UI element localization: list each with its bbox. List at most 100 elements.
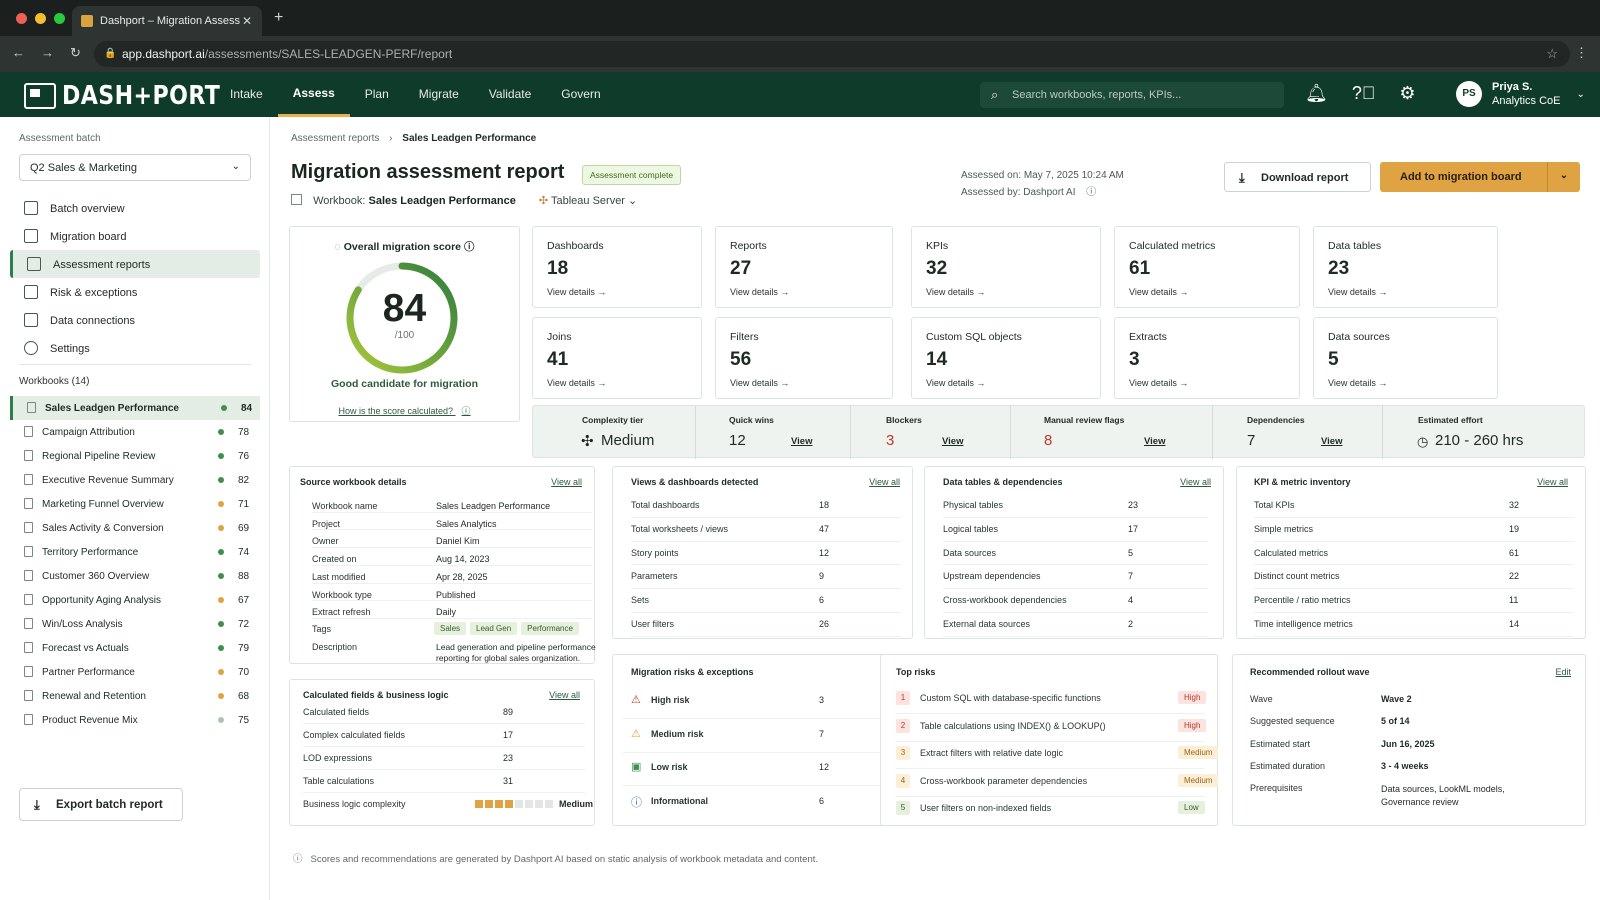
batch-select[interactable]: Q2 Sales & Marketing ⌄ xyxy=(19,154,251,181)
sidebar-workbook-item[interactable]: Territory Performance 74 xyxy=(10,540,260,564)
row-value: 89 xyxy=(503,707,514,717)
top-risk-row[interactable]: 2 Table calculations using INDEX() & LOOK… xyxy=(896,718,1207,737)
bookmark-star-icon[interactable]: ☆ xyxy=(1546,46,1558,62)
view-details-link[interactable]: View details → xyxy=(926,287,985,297)
view-details-link[interactable]: View details → xyxy=(1328,287,1387,297)
view-all-link[interactable]: View all xyxy=(549,690,580,700)
nav-assess[interactable]: Assess xyxy=(277,72,350,117)
row-divider xyxy=(623,718,903,719)
row-divider xyxy=(631,588,901,590)
view-all-link[interactable]: View all xyxy=(869,477,900,487)
minimize-window-button[interactable] xyxy=(35,13,46,24)
tag-chip[interactable]: Lead Gen xyxy=(470,622,518,635)
global-search-input[interactable]: ⌕ Search workbooks, reports, KPIs... xyxy=(980,82,1284,108)
row-value: Jun 16, 2025 xyxy=(1381,738,1435,749)
metric-label: Reports xyxy=(730,240,767,252)
view-details-link[interactable]: View details → xyxy=(1328,378,1387,388)
download-report-button[interactable]: ⤓ Download report xyxy=(1224,162,1371,192)
forward-icon[interactable]: → xyxy=(41,45,54,61)
top-risk-row[interactable]: 4 Cross-workbook parameter dependencies Me… xyxy=(896,773,1219,792)
info-icon[interactable]: ⓘ xyxy=(462,406,471,416)
sidebar-item-migration-board[interactable]: Migration board xyxy=(10,222,260,250)
maximize-window-button[interactable] xyxy=(54,13,65,24)
panel-title: Top risks xyxy=(896,667,936,677)
export-batch-report-button[interactable]: ⤓ Export batch report xyxy=(19,788,183,821)
tag-chip[interactable]: Sales xyxy=(434,622,467,635)
row-label: Percentile / ratio metrics xyxy=(1254,595,1351,606)
nav-intake[interactable]: Intake xyxy=(215,72,278,117)
row-divider xyxy=(631,612,901,613)
new-tab-icon[interactable]: + xyxy=(274,9,283,27)
reload-icon[interactable]: ↻ xyxy=(70,45,81,61)
sidebar-workbook-item[interactable]: Campaign Attribution 78 xyxy=(10,420,260,444)
workbook-score: 74 xyxy=(238,547,250,558)
blockers-view-link[interactable]: View xyxy=(942,436,963,447)
manual-view-link[interactable]: View xyxy=(1144,436,1165,447)
quick-wins: Quick wins 12 View xyxy=(696,406,851,459)
help-icon[interactable]: ?⃝ xyxy=(1352,83,1376,104)
quick-wins-view-link[interactable]: View xyxy=(791,436,812,447)
tag-chip[interactable]: Performance xyxy=(521,622,579,635)
nav-plan[interactable]: Plan xyxy=(350,72,404,117)
sidebar-workbook-item[interactable]: Regional Pipeline Review 76 xyxy=(10,444,260,468)
workbook-item-name: Marketing Funnel Overview xyxy=(42,499,164,510)
chevron-down-icon[interactable]: ⌄ xyxy=(1547,162,1580,192)
view-details-link[interactable]: View details → xyxy=(730,287,789,297)
sidebar-workbook-item[interactable]: Forecast vs Actuals 79 xyxy=(10,636,260,660)
nav-migrate[interactable]: Migrate xyxy=(404,72,474,117)
server-select[interactable]: Tableau Server ⌄ xyxy=(551,195,637,207)
view-details-link[interactable]: View details → xyxy=(547,287,606,297)
score-status-dot xyxy=(221,405,227,411)
sidebar-workbook-item[interactable]: Product Revenue Mix 75 xyxy=(10,708,260,732)
breadcrumb-current: Sales Leadgen Performance xyxy=(402,133,537,144)
sidebar-item-batch-overview[interactable]: Batch overview xyxy=(10,194,260,222)
close-window-button[interactable] xyxy=(16,13,27,24)
dependencies-view-link[interactable]: View xyxy=(1321,436,1342,447)
info-icon[interactable]: ⓘ xyxy=(464,241,475,253)
window-controls[interactable] xyxy=(16,13,65,24)
view-details-link[interactable]: View details → xyxy=(730,378,789,388)
add-to-migration-board-button[interactable]: Add to migration board ⌄ xyxy=(1380,162,1580,192)
nav-govern[interactable]: Govern xyxy=(546,72,615,117)
view-details-link[interactable]: View details → xyxy=(1129,287,1188,297)
sidebar-item-assessment-reports[interactable]: Assessment reports xyxy=(10,250,260,278)
score-status-dot xyxy=(218,621,224,627)
browser-menu-icon[interactable]: ⋮ xyxy=(1575,45,1588,61)
sidebar-workbook-item[interactable]: Executive Revenue Summary 82 xyxy=(10,468,260,492)
row-value: 3 - 4 weeks xyxy=(1381,760,1429,771)
view-all-link[interactable]: View all xyxy=(1537,477,1568,487)
sidebar-item-data-connections[interactable]: Data connections xyxy=(10,306,260,334)
edit-link[interactable]: Edit xyxy=(1555,667,1571,677)
sidebar-workbook-item[interactable]: Marketing Funnel Overview 71 xyxy=(10,492,260,516)
connection-icon xyxy=(24,313,38,327)
sidebar-item-risk-exceptions[interactable]: Risk & exceptions xyxy=(10,278,260,306)
sidebar-item-settings[interactable]: Settings xyxy=(10,334,260,362)
back-icon[interactable]: ← xyxy=(12,45,25,61)
breadcrumb-parent[interactable]: Assessment reports xyxy=(291,133,379,144)
view-all-link[interactable]: View all xyxy=(1180,477,1211,487)
view-all-link[interactable]: View all xyxy=(551,477,582,487)
address-bar[interactable]: 🔒 app.dashport.ai/assessments/SALES-LEAD… xyxy=(94,41,1570,67)
sidebar-workbook-item[interactable]: Renewal and Retention 68 xyxy=(10,684,260,708)
sidebar-workbook-item[interactable]: Sales Leadgen Performance 84 xyxy=(10,396,260,420)
sidebar-workbook-item[interactable]: Customer 360 Overview 88 xyxy=(10,564,260,588)
sidebar-workbook-item[interactable]: Opportunity Aging Analysis 67 xyxy=(10,588,260,612)
row-value: Wave 2 xyxy=(1381,694,1412,704)
sidebar-workbook-item[interactable]: Win/Loss Analysis 72 xyxy=(10,612,260,636)
browser-tab[interactable]: Dashport – Migration Assess ✕ xyxy=(72,6,262,36)
close-tab-icon[interactable]: ✕ xyxy=(242,14,252,28)
view-details-link[interactable]: View details → xyxy=(926,378,985,388)
top-risk-row[interactable]: 3 Extract filters with relative date logi… xyxy=(896,746,1219,764)
info-icon[interactable]: ⓘ xyxy=(1086,187,1096,198)
settings-gear-icon[interactable]: ⚙ xyxy=(1399,83,1415,104)
score-calculation-link[interactable]: How is the score calculated? ⓘ xyxy=(290,404,519,417)
user-menu[interactable]: PS Priya S. Analytics CoE ⌄ xyxy=(1456,80,1585,108)
view-details-link[interactable]: View details → xyxy=(1129,378,1188,388)
notifications-bell-icon[interactable]: 🔔︎ xyxy=(1305,83,1328,104)
nav-validate[interactable]: Validate xyxy=(474,72,546,117)
view-details-link[interactable]: View details → xyxy=(547,378,606,388)
top-risk-row[interactable]: 5 User filters on non-indexed fields Low xyxy=(896,801,1206,819)
top-risk-row[interactable]: 1 Custom SQL with database-specific funct… xyxy=(896,691,1207,709)
sidebar-workbook-item[interactable]: Sales Activity & Conversion 69 xyxy=(10,516,260,540)
sidebar-workbook-item[interactable]: Partner Performance 70 xyxy=(10,660,260,684)
